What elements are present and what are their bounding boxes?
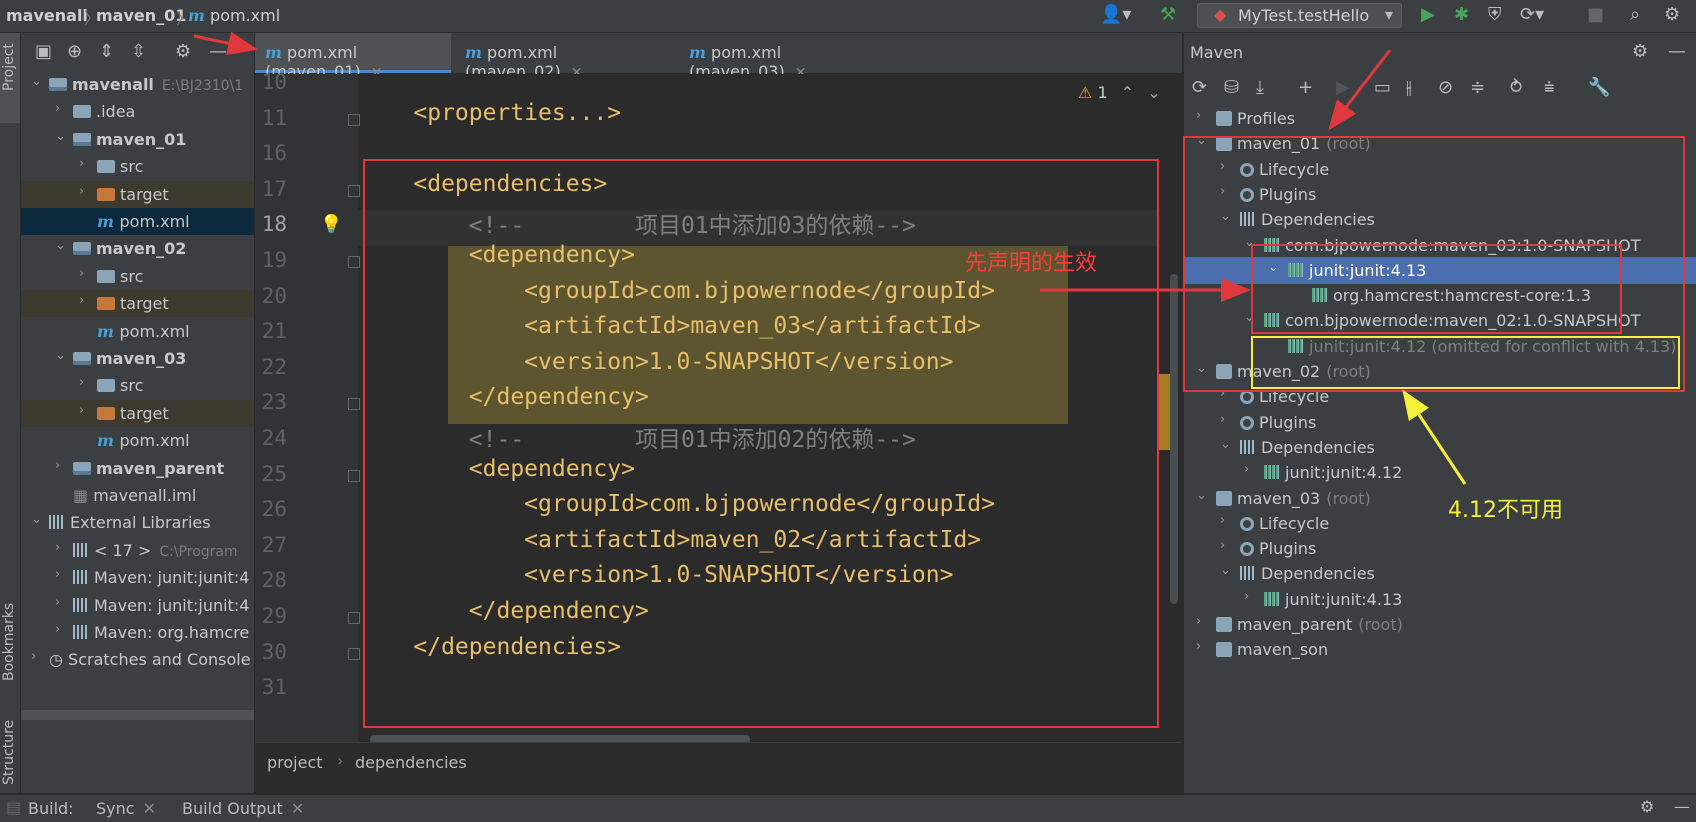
arrow-to-tab (193, 31, 258, 56)
arrow-to-maven01 (1328, 49, 1392, 131)
arrow-to-junit412 (1402, 389, 1467, 485)
arrow-overlay (193, 31, 1467, 485)
